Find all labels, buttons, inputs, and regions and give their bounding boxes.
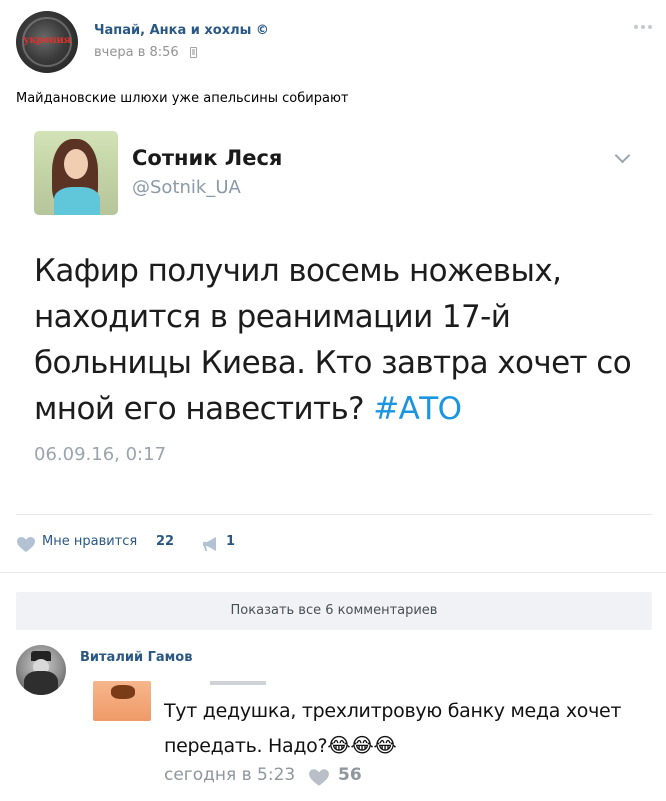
divider: [16, 514, 652, 515]
divider: [0, 572, 666, 573]
megaphone-icon[interactable]: [202, 536, 220, 552]
comment-text: Тут дедушка, трехлитровую банку меда хоч…: [164, 694, 644, 763]
heart-icon[interactable]: [308, 768, 330, 787]
tweet-author-avatar[interactable]: [34, 131, 118, 215]
tweet-hashtag: #АТО: [373, 391, 462, 427]
post-text: Майдановские шлюхи уже апельсины собираю…: [16, 91, 349, 106]
tweet-date: 06.09.16, 0:17: [34, 444, 167, 465]
more-options-icon[interactable]: [634, 25, 652, 29]
tweet-author-name: Сотник Леся: [132, 146, 283, 170]
community-avatar[interactable]: укропия: [16, 11, 78, 73]
comment-time[interactable]: сегодня в 5:23: [164, 765, 295, 785]
comment-image-strip: [210, 681, 266, 685]
mobile-icon: [190, 47, 197, 58]
laughing-emoji-icon: 😂😂😂: [327, 733, 397, 757]
avatar-logo-text: укропия: [23, 35, 71, 46]
like-count[interactable]: 22: [156, 534, 174, 549]
show-all-comments-button[interactable]: Показать все 6 комментариев: [16, 592, 652, 630]
tweet-body-text: Кафир получил восемь ножевых, находится …: [34, 253, 632, 427]
post-author[interactable]: Чапай, Анка и хохлы ©: [94, 23, 269, 38]
tweet-body: Кафир получил восемь ножевых, находится …: [34, 248, 654, 432]
like-button-label[interactable]: Мне нравится: [42, 534, 137, 549]
chevron-down-icon: [614, 147, 631, 164]
tweet-author-handle: @Sotnik_UA: [132, 177, 241, 198]
comment-author[interactable]: Виталий Гамов: [80, 650, 192, 665]
comment-like-count[interactable]: 56: [338, 765, 362, 785]
share-count[interactable]: 1: [226, 534, 235, 549]
commenter-avatar[interactable]: [16, 645, 66, 695]
post-time[interactable]: вчера в 8:56: [94, 45, 179, 60]
heart-icon[interactable]: [16, 536, 36, 553]
comment-image-thumbnail[interactable]: [93, 681, 151, 721]
